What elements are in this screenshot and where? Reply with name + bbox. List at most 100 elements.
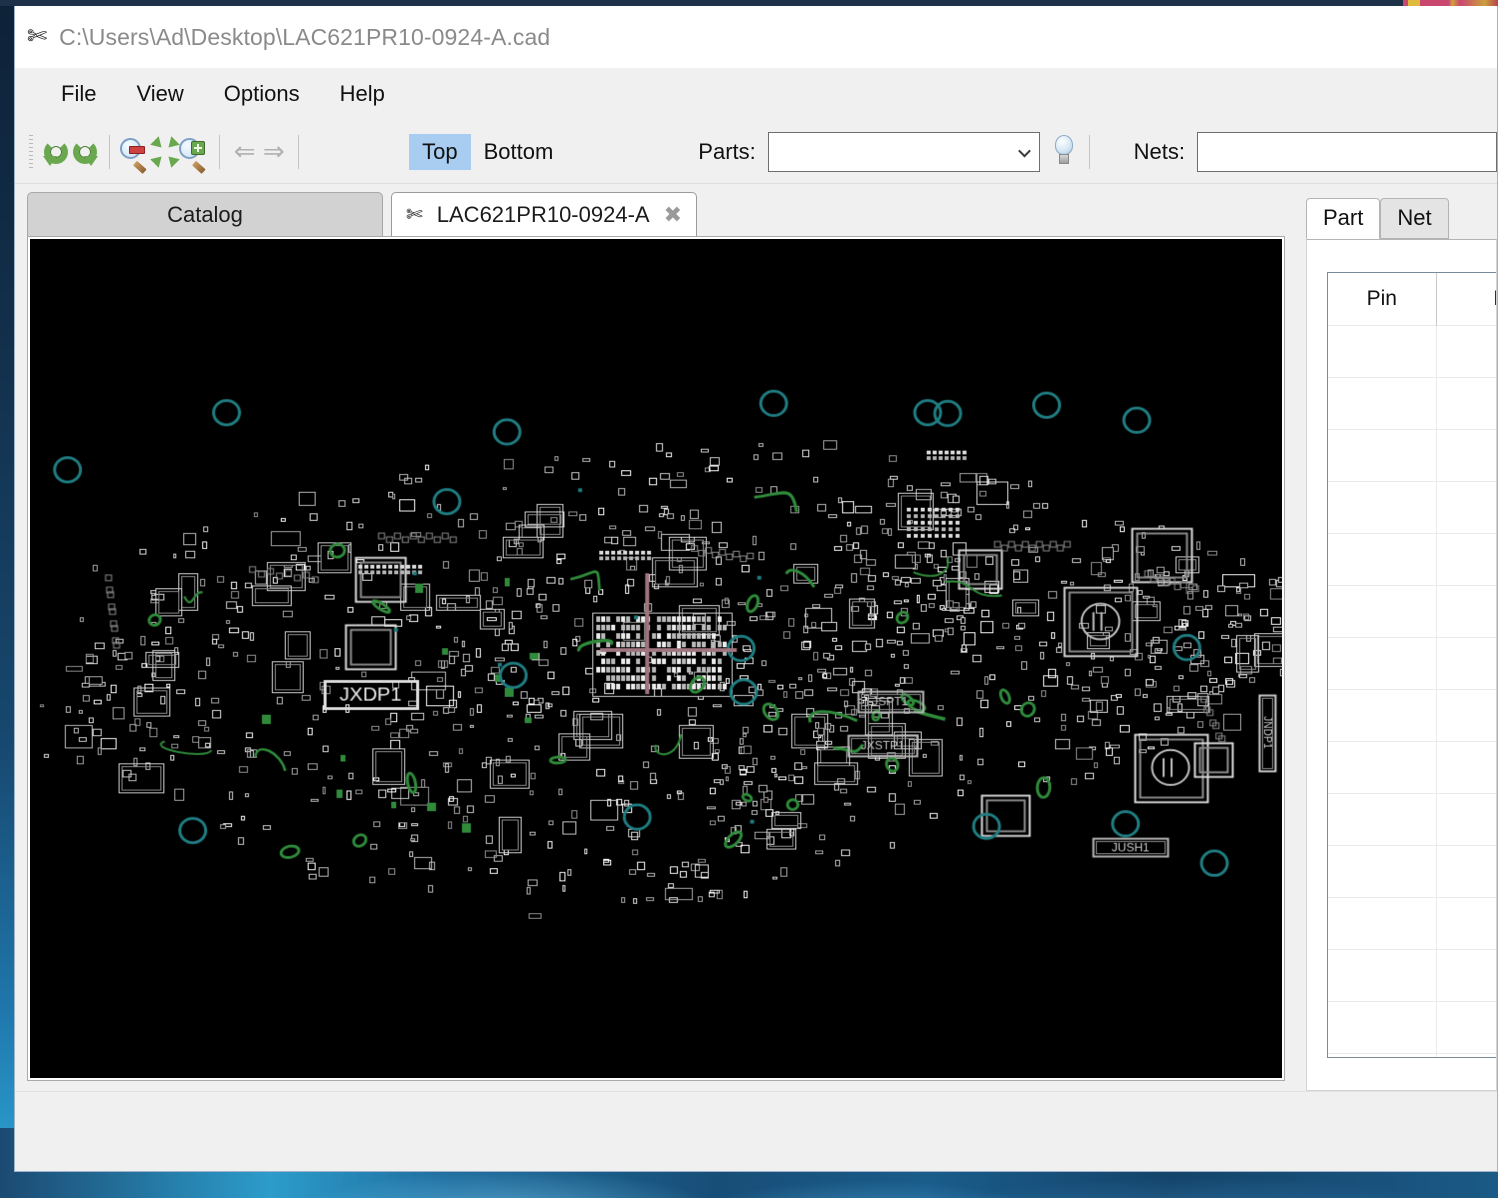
side-toggle-bottom[interactable]: Bottom — [471, 134, 567, 170]
properties-tab-strip: Part Net — [1298, 198, 1497, 239]
table-cell — [1436, 324, 1496, 377]
table-cell — [1328, 428, 1437, 481]
application-window: ✄ C:\Users\Ad\Desktop\LAC621PR10-0924-A.… — [14, 6, 1498, 1172]
rotate-right-button[interactable] — [70, 130, 99, 174]
title-bar: ✄ C:\Users\Ad\Desktop\LAC621PR10-0924-A.… — [15, 6, 1497, 68]
side-toggle-top[interactable]: Top — [409, 133, 471, 170]
table-cell — [1328, 948, 1437, 1001]
table-row[interactable] — [1328, 480, 1496, 533]
table-row[interactable] — [1328, 792, 1496, 845]
column-header-netl[interactable]: Netl — [1436, 273, 1496, 325]
toolbar-separator-3 — [298, 134, 300, 169]
scissors-icon: ✄ — [406, 204, 423, 226]
table-row[interactable] — [1328, 688, 1496, 741]
tab-net[interactable]: Net — [1380, 198, 1449, 239]
tab-catalog[interactable]: Catalog — [27, 192, 383, 236]
table-cell — [1436, 480, 1496, 533]
nets-label: Nets: — [1133, 138, 1185, 164]
navigate-forward-button[interactable]: ⇒ — [259, 130, 288, 174]
highlight-toggle-button[interactable] — [1050, 130, 1079, 174]
table-cell — [1328, 688, 1437, 741]
table-row[interactable] — [1328, 428, 1496, 481]
properties-body: Pin Netl — [1306, 239, 1497, 1091]
table-cell — [1436, 844, 1496, 897]
table-row[interactable] — [1328, 844, 1496, 897]
table-header-row: Pin Netl — [1328, 273, 1496, 325]
table-row[interactable] — [1328, 376, 1496, 429]
document-tab-strip: Catalog ✄ LAC621PR10-0924-A ✖ — [15, 184, 1297, 236]
lightbulb-icon — [1051, 134, 1077, 169]
tab-lac621pr10-label: LAC621PR10-0924-A — [436, 201, 650, 227]
main-toolbar: ⇐ ⇒ Top Bottom Parts: Nets: — [15, 120, 1497, 184]
menu-item-view[interactable]: View — [116, 75, 203, 113]
tab-part[interactable]: Part — [1306, 198, 1381, 239]
board-side-toggle: Top Bottom — [409, 133, 567, 170]
table-cell — [1328, 1000, 1437, 1053]
zoom-in-button[interactable] — [179, 130, 209, 174]
column-header-pin[interactable]: Pin — [1328, 273, 1437, 325]
menu-item-file[interactable]: File — [41, 75, 116, 113]
navigate-back-button[interactable]: ⇐ — [230, 130, 259, 174]
status-bar — [15, 1091, 1497, 1171]
table-row[interactable] — [1328, 948, 1496, 1001]
pcb-board-canvas[interactable] — [30, 239, 1282, 1078]
table-cell — [1328, 376, 1437, 429]
table-cell — [1436, 376, 1496, 429]
zoom-in-icon — [179, 137, 209, 174]
table-cell — [1328, 740, 1437, 793]
rotate-left-button[interactable] — [41, 130, 70, 174]
forward-arrow-icon: ⇒ — [262, 136, 285, 166]
toolbar-separator-4 — [1088, 134, 1090, 169]
table-cell — [1436, 1052, 1496, 1057]
table-cell — [1328, 792, 1437, 845]
table-cell — [1328, 636, 1437, 689]
menu-bar: File View Options Help — [15, 68, 1497, 120]
document-pane: Catalog ✄ LAC621PR10-0924-A ✖ — [15, 184, 1297, 1091]
table-row[interactable] — [1328, 584, 1496, 637]
parts-combobox[interactable] — [767, 131, 1040, 172]
table-cell — [1328, 532, 1437, 585]
table-cell — [1328, 480, 1437, 533]
rotate-left-icon — [42, 138, 70, 166]
pin-netlist-table[interactable]: Pin Netl — [1327, 272, 1496, 1058]
table-cell — [1436, 1000, 1496, 1053]
table-row[interactable] — [1328, 1000, 1496, 1053]
parts-label: Parts: — [698, 138, 756, 164]
tab-lac621pr10[interactable]: ✄ LAC621PR10-0924-A ✖ — [391, 192, 698, 236]
toolbar-grip[interactable] — [29, 134, 33, 169]
nets-input[interactable] — [1197, 131, 1497, 172]
table-cell — [1328, 324, 1437, 377]
table-cell — [1328, 584, 1437, 637]
scissors-icon: ✄ — [27, 23, 48, 50]
table-row[interactable] — [1328, 740, 1496, 793]
menu-item-help[interactable]: Help — [320, 75, 405, 113]
table-cell — [1436, 740, 1496, 793]
table-cell — [1436, 688, 1496, 741]
table-cell — [1436, 636, 1496, 689]
table-cell — [1436, 428, 1496, 481]
table-row[interactable] — [1328, 324, 1496, 377]
zoom-out-icon — [120, 137, 150, 174]
chevron-down-icon — [1017, 144, 1031, 157]
table-row[interactable] — [1328, 1052, 1496, 1057]
toolbar-separator-2 — [219, 134, 220, 169]
zoom-fit-icon — [149, 135, 180, 168]
zoom-fit-button[interactable] — [149, 130, 180, 174]
workspace: Catalog ✄ LAC621PR10-0924-A ✖ Part Net P… — [15, 184, 1497, 1091]
board-canvas-frame — [27, 236, 1285, 1081]
table-row[interactable] — [1328, 532, 1496, 585]
table-cell — [1328, 896, 1437, 949]
table-row[interactable] — [1328, 896, 1496, 949]
table-cell — [1328, 1052, 1437, 1057]
table-cell — [1436, 584, 1496, 637]
table-cell — [1436, 532, 1496, 585]
zoom-out-button[interactable] — [120, 130, 150, 174]
menu-item-options[interactable]: Options — [204, 75, 320, 113]
table-row[interactable] — [1328, 636, 1496, 689]
toolbar-separator-1 — [109, 134, 111, 169]
table-cell — [1436, 896, 1496, 949]
back-arrow-icon: ⇐ — [233, 136, 256, 166]
table-cell — [1436, 792, 1496, 845]
table-cell — [1436, 948, 1496, 1001]
close-icon[interactable]: ✖ — [664, 202, 682, 228]
